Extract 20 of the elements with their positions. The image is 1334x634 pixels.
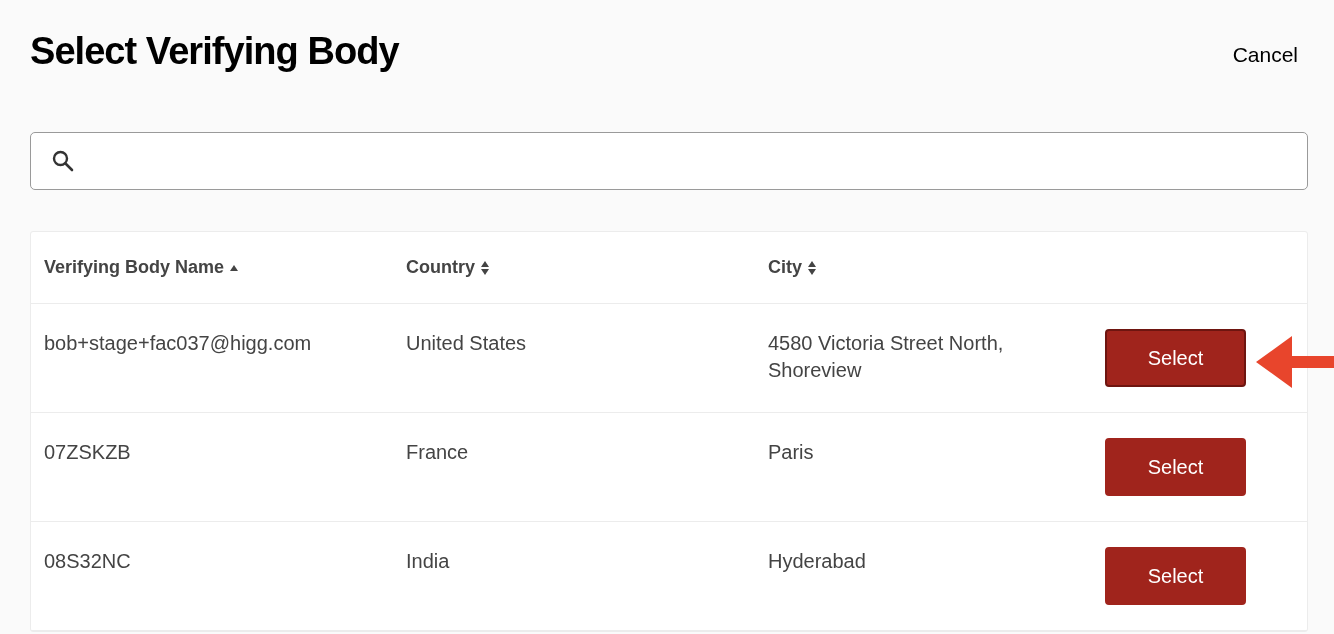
page-title: Select Verifying Body bbox=[30, 29, 399, 74]
select-button[interactable]: Select bbox=[1105, 547, 1246, 605]
column-header[interactable]: City bbox=[768, 254, 802, 281]
search-icon bbox=[51, 149, 75, 173]
table-cell-text: Hyderabad bbox=[768, 549, 867, 574]
table-cell-text: 4580 Victoria Street North, Shoreview bbox=[768, 331, 1005, 383]
cancel-link[interactable]: Cancel bbox=[1232, 39, 1298, 71]
table-cell-text: bob+stage+fac037@higg.com bbox=[44, 331, 313, 356]
table-cell-text: 08S32NC bbox=[44, 549, 132, 574]
table-cell-text: United States bbox=[406, 331, 528, 356]
search-field[interactable] bbox=[30, 132, 1308, 190]
table-cell-text: France bbox=[406, 440, 470, 465]
select-button[interactable]: Select bbox=[1105, 438, 1246, 496]
column-header[interactable]: Verifying Body Name bbox=[44, 254, 225, 281]
arrow-icon bbox=[1256, 336, 1334, 388]
table-cell-text: India bbox=[406, 549, 451, 574]
table-cell-text: Paris bbox=[768, 440, 815, 465]
column-header[interactable]: Country bbox=[406, 254, 475, 281]
table-cell-text: 07ZSKZB bbox=[44, 440, 132, 465]
select-button[interactable]: Select bbox=[1105, 329, 1246, 387]
